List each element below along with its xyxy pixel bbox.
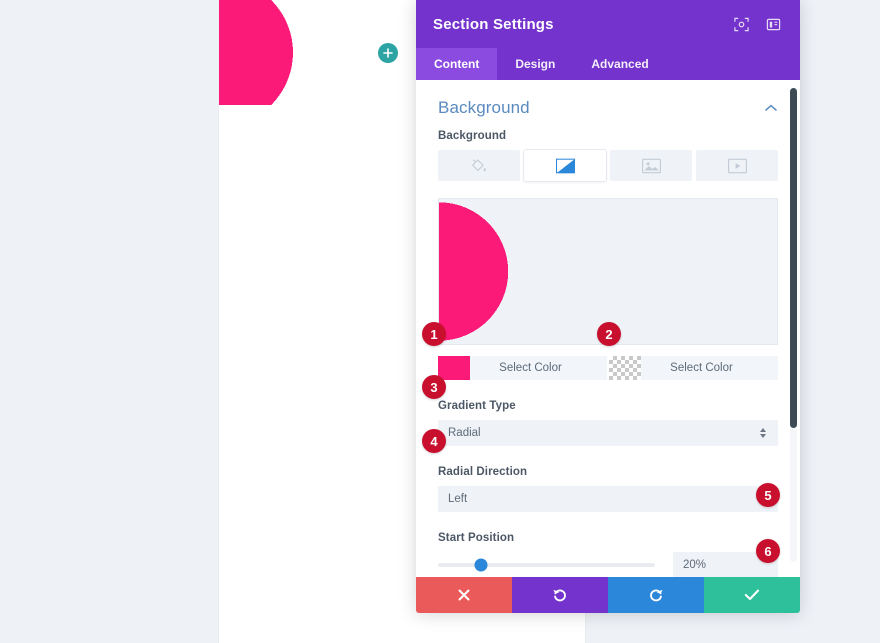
chevron-up-icon[interactable] <box>764 101 778 115</box>
close-icon <box>458 589 470 601</box>
color-swatch-start[interactable] <box>438 356 470 380</box>
check-icon <box>744 589 760 601</box>
tab-advanced[interactable]: Advanced <box>573 48 666 80</box>
radial-direction-value: Left <box>448 493 468 505</box>
background-video-tab[interactable] <box>696 150 778 181</box>
radial-direction-label: Radial Direction <box>438 466 528 478</box>
annotation-badge-1: 1 <box>422 322 446 346</box>
annotation-badge-2: 2 <box>597 322 621 346</box>
undo-icon <box>553 589 566 602</box>
gradient-color-stop-1[interactable]: Select Color <box>438 356 607 380</box>
modal-tabs: Content Design Advanced <box>416 48 800 80</box>
section-settings-modal: Section Settings Content Design Advanced… <box>416 0 800 613</box>
panel-layout-icon[interactable] <box>762 13 784 35</box>
gradient-color-stop-2[interactable]: Select Color <box>609 356 778 380</box>
panel-scrollbar[interactable] <box>790 88 797 562</box>
background-toggle-header[interactable]: Background <box>416 80 800 124</box>
tab-content[interactable]: Content <box>416 48 498 80</box>
background-section-title: Background <box>438 98 530 117</box>
chevron-updown-icon <box>758 428 768 438</box>
annotation-badge-5: 5 <box>756 483 780 507</box>
modal-titlebar: Section Settings <box>416 0 800 48</box>
gradient-color-stops: Select Color Select Color <box>438 356 778 380</box>
tab-design[interactable]: Design <box>497 48 573 80</box>
modal-title: Section Settings <box>433 15 554 33</box>
background-type-selector <box>438 150 778 181</box>
undo-button[interactable] <box>512 577 608 613</box>
image-icon <box>641 158 661 173</box>
background-image-tab[interactable] <box>610 150 692 181</box>
plus-icon <box>383 48 393 58</box>
cancel-button[interactable] <box>416 577 512 613</box>
annotation-badge-6: 6 <box>756 539 780 563</box>
start-position-handle[interactable] <box>474 558 488 572</box>
video-icon <box>727 158 747 173</box>
gradient-type-select[interactable]: Radial <box>438 420 778 446</box>
annotation-badge-4: 4 <box>422 429 446 453</box>
start-position-slider[interactable] <box>438 554 673 576</box>
start-position-row: 20% <box>438 552 778 577</box>
gradient-type-label: Gradient Type <box>438 400 516 412</box>
background-field-label: Background <box>438 130 507 142</box>
add-section-button[interactable] <box>378 43 398 63</box>
select-color-label-1: Select Color <box>499 362 562 374</box>
start-position-track <box>438 558 655 572</box>
select-color-label-2: Select Color <box>670 362 733 374</box>
start-position-label: Start Position <box>438 532 515 544</box>
color-swatch-end[interactable] <box>609 356 641 380</box>
modal-footer <box>416 577 800 613</box>
background-color-tab[interactable] <box>438 150 520 181</box>
background-gradient-tab[interactable] <box>524 150 606 181</box>
gradient-type-value: Radial <box>448 427 481 439</box>
gradient-icon <box>555 158 575 173</box>
paint-bucket-icon <box>471 158 486 171</box>
radial-direction-select[interactable]: Left <box>438 486 778 512</box>
expand-icon[interactable] <box>730 13 752 35</box>
save-button[interactable] <box>704 577 800 613</box>
redo-icon <box>650 589 663 602</box>
redo-button[interactable] <box>608 577 704 613</box>
background-field-block: Background Select Color Select Color Gra… <box>416 124 800 577</box>
panel-scrollbar-thumb[interactable] <box>790 88 797 428</box>
annotation-badge-3: 3 <box>422 375 446 399</box>
